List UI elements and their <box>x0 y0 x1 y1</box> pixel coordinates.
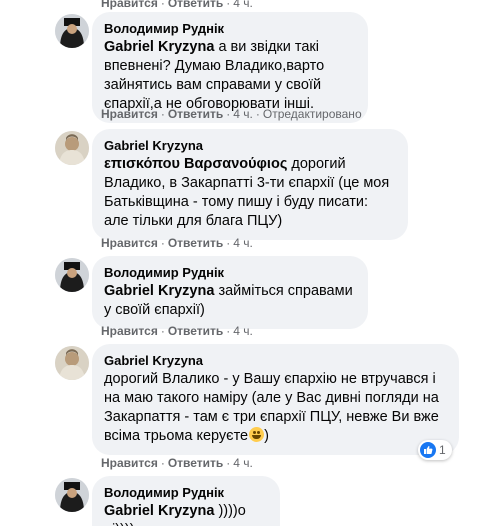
gabriel-avatar-icon <box>55 346 89 380</box>
avatar-volodymyr[interactable] <box>55 258 89 292</box>
comment-author[interactable]: Володимир Руднік <box>104 20 356 37</box>
timestamp[interactable]: 4 ч. <box>233 456 253 470</box>
mention-link[interactable]: επισκόπου Βαρσανούφιος <box>104 156 287 172</box>
comment-text-suffix: ) <box>264 428 269 444</box>
reply-action[interactable]: Ответить <box>168 236 223 250</box>
avatar-volodymyr[interactable] <box>55 14 89 48</box>
monk-avatar-icon <box>55 478 89 512</box>
thumbs-up-icon <box>420 442 436 458</box>
comment-actions-3: Нравится · Ответить · 4 ч. <box>101 324 253 338</box>
timestamp[interactable]: 4 ч. <box>233 0 253 10</box>
reaction-count: 1 <box>439 443 446 457</box>
comment-actions-2: Нравится · Ответить · 4 ч. <box>101 236 253 250</box>
reactions-badge[interactable]: 1 <box>418 440 452 460</box>
comment-bubble-3: Володимир Руднік Gabriel Kryzyna займіть… <box>92 256 368 329</box>
reply-action[interactable]: Ответить <box>168 324 223 338</box>
avatar-volodymyr[interactable] <box>55 478 89 512</box>
monk-avatar-icon <box>55 14 89 48</box>
reply-action[interactable]: Ответить <box>168 456 223 470</box>
like-action[interactable]: Нравится <box>101 107 158 121</box>
timestamp[interactable]: 4 ч. <box>233 107 253 121</box>
comment-actions-0: Нравится · Ответить · 4 ч. <box>101 0 253 11</box>
edited-label: Отредактировано <box>262 107 362 121</box>
mention-link[interactable]: Gabriel Kryzyna <box>104 39 214 55</box>
reply-action[interactable]: Ответить <box>168 107 223 121</box>
comment-actions-4: Нравится · Ответить · 4 ч. <box>101 456 253 470</box>
like-action[interactable]: Нравится <box>101 236 158 250</box>
monk-avatar-icon <box>55 258 89 292</box>
reply-action[interactable]: Ответить <box>168 0 223 10</box>
comment-author[interactable]: Gabriel Kryzyna <box>104 137 396 154</box>
comment-bubble-2: Gabriel Kryzyna επισκόπου Βαρσανούφιος д… <box>92 129 408 240</box>
avatar-gabriel[interactable] <box>55 346 89 380</box>
comment-author[interactable]: Володимир Руднік <box>104 264 356 281</box>
gabriel-avatar-icon <box>55 131 89 165</box>
like-action[interactable]: Нравится <box>101 456 158 470</box>
avatar-gabriel[interactable] <box>55 131 89 165</box>
like-action[interactable]: Нравится <box>101 0 158 10</box>
mention-link[interactable]: Gabriel Kryzyna <box>104 283 214 299</box>
grinning-sweat-emoji <box>249 427 265 442</box>
timestamp[interactable]: 4 ч. <box>233 236 253 250</box>
comment-actions-1: Нравится · Ответить · 4 ч. · Отредактировано <box>101 107 362 121</box>
mention-link[interactable]: Gabriel Kryzyna <box>104 503 214 519</box>
comment-text: дорогий Влалико - у Вашу єпархію не втру… <box>104 371 439 444</box>
comment-bubble-4: Gabriel Kryzyna дорогий Влалико - у Вашу… <box>92 344 459 455</box>
like-action[interactable]: Нравится <box>101 324 158 338</box>
comment-bubble-5: Володимир Руднік Gabriel Kryzyna ))))о н… <box>92 476 280 526</box>
timestamp[interactable]: 4 ч. <box>233 324 253 338</box>
comment-author[interactable]: Володимир Руднік <box>104 484 268 501</box>
comment-author[interactable]: Gabriel Kryzyna <box>104 352 447 369</box>
comment-thread: Нравится · Ответить · 4 ч. Володимир Руднік … <box>0 0 496 526</box>
